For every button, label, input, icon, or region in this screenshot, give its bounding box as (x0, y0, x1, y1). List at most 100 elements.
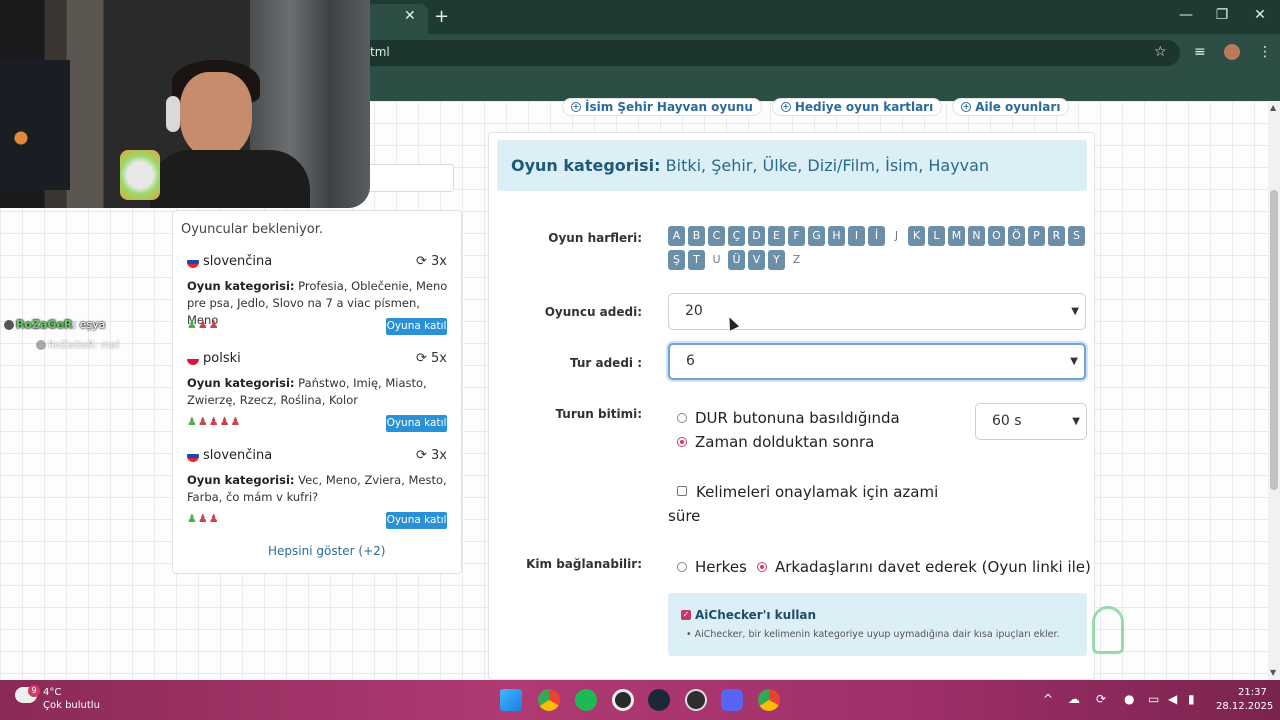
letter-toggle[interactable]: M (948, 226, 965, 246)
webcam-window (0, 60, 70, 190)
letter-toggle[interactable]: P (1028, 226, 1045, 246)
battery-icon[interactable]: ▮ (1188, 692, 1195, 706)
letter-toggle[interactable]: T (688, 250, 705, 270)
star-icon[interactable]: ☆ (1154, 44, 1167, 60)
watermark-logo-icon (1092, 606, 1124, 654)
media-icon[interactable]: ≡ (1194, 44, 1206, 60)
clock-date[interactable]: 28.12.2025 (1216, 701, 1273, 712)
letter-toggle[interactable]: Ş (668, 250, 685, 270)
player-count-value: 20 (685, 303, 703, 319)
link-isim-sehir[interactable]: + İsim Şehir Hayvan oyunu (562, 98, 762, 116)
category-title: Oyun kategorisi: Bitki, Şehir, Ülke, Diz… (511, 156, 989, 175)
category-label: Oyun kategorisi: (187, 279, 295, 293)
letter-toggle[interactable]: Z (788, 250, 805, 270)
player-open-icon: ♟♟ (197, 318, 220, 331)
time-select[interactable]: 60 s ▼ (975, 403, 1087, 440)
join-game-button[interactable]: Oyuna katıl (386, 415, 447, 432)
letter-toggle[interactable]: Ç (728, 226, 745, 246)
radio-everyone[interactable] (677, 562, 687, 572)
radio-stop[interactable] (677, 413, 687, 423)
round-count-value: 6 (686, 353, 695, 369)
join-everyone-option[interactable]: Herkes (677, 558, 747, 576)
letter-toggle[interactable]: İ (868, 226, 885, 246)
address-bar[interactable] (300, 40, 1180, 66)
letter-toggle[interactable]: C (708, 226, 725, 246)
weather-badge: 9 (28, 685, 40, 697)
letter-toggle[interactable]: G (808, 226, 825, 246)
url-text[interactable]: tml (370, 45, 390, 59)
rounds-value: 5x (431, 351, 447, 366)
clock-time[interactable]: 21:37 (1238, 687, 1267, 698)
letter-toggle[interactable]: V (748, 250, 765, 270)
rounds-value: 3x (431, 448, 447, 463)
rounds-count: ⟳ 3x (416, 254, 447, 269)
network-icon[interactable]: ▭ (1148, 692, 1159, 706)
approve-time-label[interactable]: Kelimeleri onaylamak için azami süre (668, 480, 948, 528)
spotify-icon[interactable] (575, 689, 597, 711)
profile-avatar[interactable] (1224, 44, 1240, 60)
letter-toggle[interactable]: Ö (1008, 226, 1025, 246)
chevron-up-icon[interactable]: ^ (1043, 692, 1053, 706)
sync-icon[interactable]: ⟳ (1096, 692, 1106, 706)
letter-toggle[interactable]: Ü (728, 250, 745, 270)
letter-toggle[interactable]: Y (768, 250, 785, 270)
letter-toggle[interactable]: R (1048, 226, 1065, 246)
plus-icon: + (780, 102, 791, 112)
scroll-up-icon[interactable]: ▲ (1270, 103, 1276, 112)
steam-icon[interactable] (648, 689, 670, 711)
menu-icon[interactable]: ⋮ (1258, 44, 1272, 60)
radio-time[interactable] (677, 437, 687, 447)
windows-start-icon[interactable] (500, 689, 522, 711)
weather-description[interactable]: Çok bulutlu (43, 700, 100, 711)
close-window-button[interactable]: ✕ (1250, 7, 1270, 23)
radio-friends[interactable] (757, 562, 767, 572)
letter-toggle[interactable]: B (688, 226, 705, 246)
letter-toggle[interactable]: A (668, 226, 685, 246)
maximize-button[interactable]: ❐ (1212, 7, 1232, 23)
show-all-link[interactable]: Hepsini göster (+2) (268, 544, 385, 558)
letter-toggle[interactable]: N (968, 226, 985, 246)
letter-toggle[interactable]: E (768, 226, 785, 246)
link-gift-cards[interactable]: + Hediye oyun kartları (771, 98, 943, 116)
letter-toggle[interactable]: D (748, 226, 765, 246)
tab-close-icon[interactable]: ✕ (404, 8, 416, 24)
scroll-thumb[interactable] (1270, 190, 1278, 490)
scroll-down-icon[interactable]: ▼ (1270, 668, 1276, 677)
round-end-time-option[interactable]: Zaman dolduktan sonra (677, 433, 874, 451)
letter-toggle[interactable]: F (788, 226, 805, 246)
volume-icon[interactable]: ◀ (1168, 692, 1177, 706)
letter-toggle[interactable]: O (988, 226, 1005, 246)
letter-toggle[interactable]: K (908, 226, 925, 246)
discord-icon[interactable] (721, 689, 743, 711)
chrome-profile-icon[interactable] (758, 689, 780, 711)
weather-temperature[interactable]: 4°C (43, 687, 61, 698)
join-game-button[interactable]: Oyuna katıl (386, 512, 447, 529)
letter-toggle[interactable]: L (928, 226, 945, 246)
taskbar (0, 680, 1280, 720)
letter-toggle[interactable]: J (888, 226, 905, 246)
join-game-button[interactable]: Oyuna katıl (386, 318, 447, 335)
cloud-sync-icon[interactable]: ☁ (1068, 692, 1080, 706)
new-tab-button[interactable]: + (434, 6, 449, 27)
aichecker-checkbox[interactable]: ✓ (681, 610, 691, 620)
round-count-select[interactable]: 6 ▼ (668, 343, 1086, 380)
join-friends-option[interactable]: Arkadaşlarını davet ederek (Oyun linki i… (757, 558, 1091, 576)
chat-username: RoZaGeR (16, 318, 73, 331)
category-label: Oyun kategorisi: (187, 473, 295, 487)
letter-toggle[interactable]: S (1068, 226, 1085, 246)
chat-message: RoZaGeR: eşya (4, 318, 105, 331)
link-family-games[interactable]: + Aile oyunları (952, 98, 1070, 116)
letter-toggle[interactable]: U (708, 250, 725, 270)
obs-icon[interactable] (685, 689, 707, 711)
players-icons: ♟♟♟ (187, 512, 220, 525)
letter-toggle[interactable]: I (848, 226, 865, 246)
chat-avatar (36, 340, 46, 350)
minimize-button[interactable]: — (1176, 7, 1196, 23)
round-end-stop-option[interactable]: DUR butonuna basıldığında (677, 409, 900, 427)
aichecker-option[interactable]: ✓ AiChecker'ı kullan (681, 608, 816, 622)
chrome-icon[interactable] (538, 689, 560, 711)
language-label: slovenčina (203, 254, 273, 269)
settings-gear-icon[interactable] (612, 689, 634, 711)
letter-toggle[interactable]: H (828, 226, 845, 246)
microphone-icon[interactable]: ● (1124, 692, 1134, 706)
